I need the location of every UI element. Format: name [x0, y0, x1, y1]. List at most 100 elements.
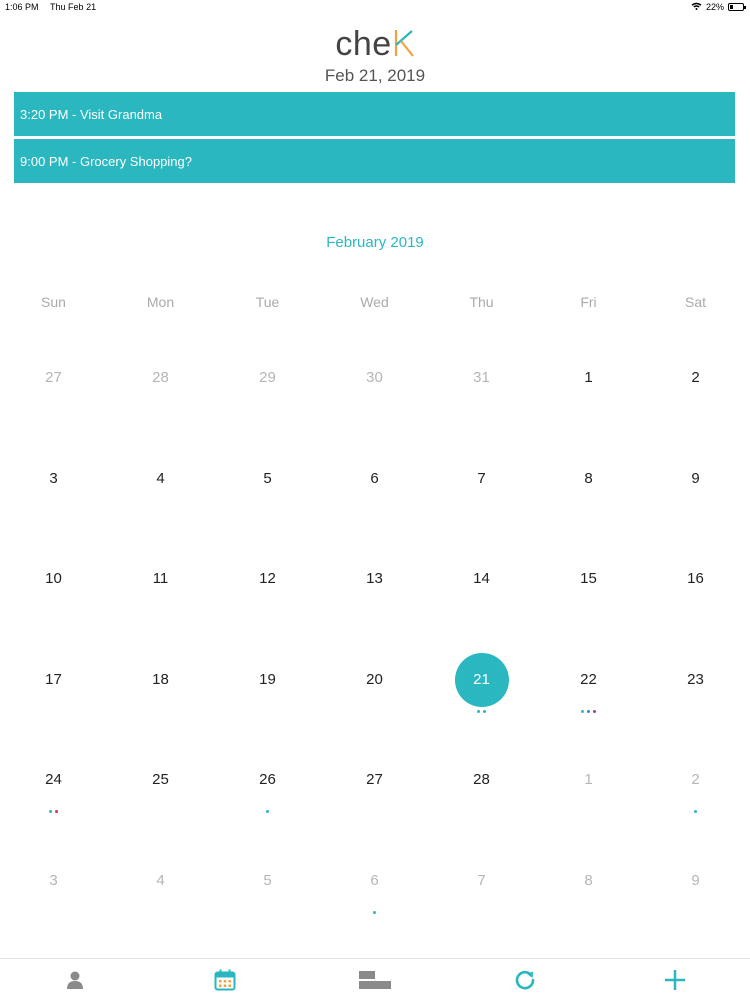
calendar-day[interactable]: 28 — [107, 328, 214, 428]
calendar-day[interactable]: 7 — [428, 429, 535, 529]
calendar-day[interactable]: 6 — [321, 831, 428, 931]
day-number: 30 — [366, 369, 383, 386]
event-item[interactable]: 3:20 PM - Visit Grandma — [14, 92, 735, 136]
day-number: 29 — [259, 369, 276, 386]
day-number: 23 — [687, 670, 704, 688]
day-number: 22 — [580, 670, 597, 688]
calendar-day[interactable]: 30 — [321, 328, 428, 428]
calendar-day[interactable]: 2 — [642, 730, 749, 830]
calendar-day[interactable]: 20 — [321, 630, 428, 730]
day-number: 10 — [45, 570, 62, 588]
calendar-day[interactable]: 22 — [535, 630, 642, 730]
weekday-label: Sun — [41, 294, 66, 310]
event-dot — [593, 709, 596, 713]
day-number: 24 — [45, 771, 62, 789]
calendar-day[interactable]: 11 — [107, 529, 214, 629]
calendar-day[interactable]: 25 — [107, 730, 214, 830]
day-number: 9 — [691, 469, 700, 487]
day-number: 2 — [691, 771, 700, 789]
calendar-day[interactable]: 26 — [214, 730, 321, 830]
day-number: 28 — [473, 771, 490, 789]
calendar-day[interactable]: 29 — [214, 328, 321, 428]
day-number: 7 — [477, 469, 486, 487]
logo-k-mark-icon — [393, 27, 415, 57]
calendar-day[interactable]: 8 — [535, 831, 642, 931]
weekday-label: Tue — [255, 294, 280, 310]
calendar-day-selected[interactable]: 21 — [428, 630, 535, 730]
day-number: 2 — [691, 369, 700, 386]
tab-profile[interactable] — [0, 959, 150, 1001]
day-number: 3 — [49, 469, 58, 487]
calendar-day[interactable]: 9 — [642, 429, 749, 529]
day-number: 5 — [263, 469, 272, 487]
calendar-day[interactable]: 9 — [642, 831, 749, 931]
tab-refresh[interactable] — [450, 959, 600, 1001]
calendar-day[interactable]: 28 — [428, 730, 535, 830]
calendar-day[interactable]: 13 — [321, 529, 428, 629]
day-number: 7 — [477, 872, 486, 889]
calendar-day[interactable]: 12 — [214, 529, 321, 629]
calendar-day[interactable]: 1 — [535, 328, 642, 428]
event-label: 3:20 PM - Visit Grandma — [20, 106, 163, 122]
day-number: 8 — [584, 469, 593, 487]
status-right: 22% — [691, 2, 746, 12]
tab-add[interactable] — [600, 959, 750, 1001]
day-number: 21 — [473, 670, 490, 688]
event-dot — [587, 709, 590, 713]
weekday-header-row: Sun Mon Tue Wed Thu Fri Sat — [0, 294, 750, 312]
day-number: 11 — [152, 570, 169, 588]
day-number: 19 — [259, 670, 276, 688]
calendar-day[interactable]: 6 — [321, 429, 428, 529]
tab-list[interactable] — [300, 959, 450, 1001]
day-number: 17 — [45, 670, 62, 688]
calendar-day[interactable]: 10 — [0, 529, 107, 629]
calendar-day[interactable]: 18 — [107, 630, 214, 730]
calendar-day[interactable]: 14 — [428, 529, 535, 629]
calendar-day[interactable]: 4 — [107, 831, 214, 931]
day-number: 18 — [152, 670, 169, 688]
event-dot — [49, 810, 52, 814]
day-number: 1 — [584, 771, 593, 789]
calendar-day[interactable]: 4 — [107, 429, 214, 529]
event-dot — [477, 709, 480, 713]
calendar-day[interactable]: 5 — [214, 429, 321, 529]
calendar-day[interactable]: 3 — [0, 831, 107, 931]
day-number: 13 — [366, 570, 383, 588]
day-number: 6 — [370, 872, 379, 889]
calendar-day[interactable]: 8 — [535, 429, 642, 529]
calendar-day[interactable]: 27 — [321, 730, 428, 830]
calendar-day[interactable]: 31 — [428, 328, 535, 428]
calendar-day[interactable]: 24 — [0, 730, 107, 830]
calendar-day[interactable]: 19 — [214, 630, 321, 730]
day-number: 20 — [366, 670, 383, 688]
day-number: 12 — [259, 570, 276, 588]
event-indicator-dots — [535, 709, 642, 716]
calendar-day[interactable]: 23 — [642, 630, 749, 730]
calendar-day[interactable]: 27 — [0, 328, 107, 428]
calendar-day[interactable]: 15 — [535, 529, 642, 629]
day-number: 4 — [156, 872, 165, 889]
tab-bar — [0, 958, 750, 1001]
calendar-day[interactable]: 5 — [214, 831, 321, 931]
event-item[interactable]: 9:00 PM - Grocery Shopping? — [14, 139, 735, 183]
calendar-day[interactable]: 2 — [642, 328, 749, 428]
day-number: 15 — [580, 570, 597, 588]
status-time: 1:06 PM — [5, 2, 39, 12]
tab-calendar[interactable] — [150, 959, 300, 1001]
battery-percent: 22% — [705, 2, 724, 12]
day-number: 31 — [473, 369, 490, 386]
person-icon — [66, 970, 84, 990]
day-number: 14 — [473, 570, 490, 588]
calendar-day[interactable]: 17 — [0, 630, 107, 730]
calendar-day[interactable]: 7 — [428, 831, 535, 931]
weekday-label: Mon — [146, 294, 175, 310]
event-indicator-dots — [642, 810, 749, 816]
calendar-day[interactable]: 1 — [535, 730, 642, 830]
calendar-icon — [214, 969, 236, 991]
calendar-day[interactable]: 16 — [642, 529, 749, 629]
month-title[interactable]: February 2019 — [0, 234, 750, 251]
calendar-day[interactable]: 3 — [0, 429, 107, 529]
logo-text: che — [335, 25, 392, 63]
wifi-icon — [691, 2, 702, 12]
day-number: 3 — [49, 872, 58, 889]
